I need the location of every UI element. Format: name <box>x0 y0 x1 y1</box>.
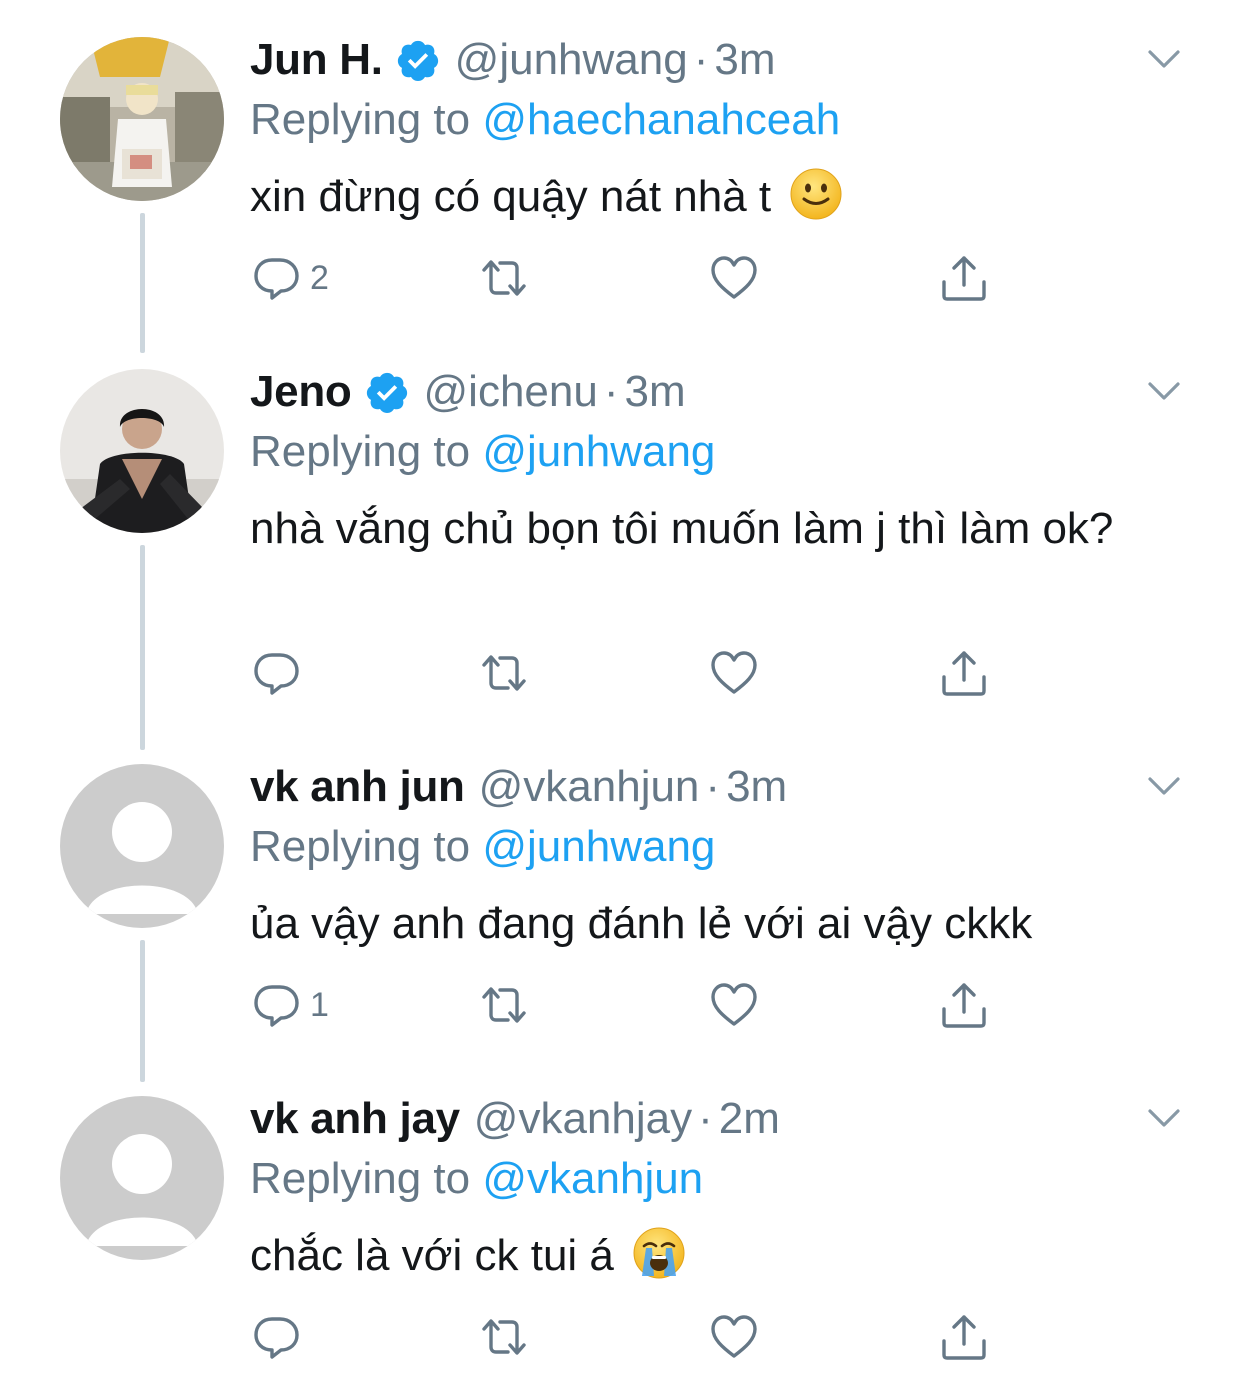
replying-to: Replying to @haechanahceah <box>250 92 840 148</box>
tweet[interactable]: Jun H. @junhwang · 3m Replying to @haech… <box>0 0 1242 353</box>
separator-dot: · <box>705 762 721 811</box>
tweet-text-content: nhà vắng chủ bọn tôi muốn làm j thì làm … <box>250 504 1114 553</box>
tweet-text-content: ủa vậy anh đang đánh lẻ với ai vậy ckkk <box>250 899 1033 948</box>
handle[interactable]: @vkanhjay <box>474 1091 692 1147</box>
tweet-header: vk anh jay @vkanhjay · 2m <box>250 1091 780 1147</box>
like-button[interactable] <box>708 977 760 1033</box>
retweet-icon <box>482 260 526 296</box>
retweet-button[interactable] <box>478 645 530 701</box>
avatar[interactable] <box>60 764 224 928</box>
avatar-photo <box>60 369 224 533</box>
heart-icon <box>711 1315 757 1358</box>
tweet-text: xin đừng có quậy nát nhà t <box>250 165 1150 229</box>
tweet-text: nhà vắng chủ bọn tôi muốn làm j thì làm … <box>250 497 1150 561</box>
retweet-icon <box>482 1319 526 1355</box>
tweet-actions <box>250 1309 1010 1365</box>
reply-button[interactable] <box>250 645 310 701</box>
heart-icon <box>711 256 757 299</box>
tweet-actions <box>250 645 1010 701</box>
tweet-header: Jun H. @junhwang · 3m <box>250 32 775 88</box>
retweet-button[interactable] <box>478 1309 530 1365</box>
tweet-actions: 1 <box>250 977 1010 1033</box>
share-button[interactable] <box>938 645 990 701</box>
chevron-down-icon[interactable] <box>1144 40 1184 80</box>
avatar[interactable] <box>60 1096 224 1260</box>
avatar[interactable] <box>60 37 224 201</box>
tweet[interactable]: Jeno @ichenu · 3m Replying to @junhwang … <box>0 332 1242 750</box>
mention-link[interactable]: @junhwang <box>482 822 715 871</box>
tweet[interactable]: vk anh jay @vkanhjay · 2m Replying to @v… <box>0 1059 1242 1389</box>
heart-icon <box>711 651 757 694</box>
share-icon <box>942 256 986 301</box>
display-name[interactable]: vk anh jun <box>250 759 465 815</box>
share-icon <box>942 1315 986 1360</box>
reply-button[interactable] <box>250 1309 310 1365</box>
handle[interactable]: @ichenu <box>424 364 598 420</box>
display-name[interactable]: Jun H. <box>250 32 383 88</box>
separator-dot: · <box>698 1094 713 1143</box>
replying-prefix: Replying to <box>250 822 483 871</box>
replying-prefix: Replying to <box>250 95 483 144</box>
tweet[interactable]: vk anh jun @vkanhjun · 3m Replying to @j… <box>0 727 1242 1082</box>
avatar[interactable] <box>60 369 224 533</box>
reply-icon <box>254 1317 299 1359</box>
reply-count: 1 <box>310 985 329 1024</box>
tweet-actions: 2 <box>250 250 1010 306</box>
reply-count: 2 <box>310 258 329 297</box>
retweet-icon <box>482 655 526 691</box>
timestamp[interactable]: 3m <box>624 364 685 420</box>
timestamp[interactable]: 3m <box>714 32 775 88</box>
handle[interactable]: @junhwang <box>455 32 688 88</box>
retweet-button[interactable] <box>478 977 530 1033</box>
verified-badge-icon <box>397 40 438 81</box>
default-avatar-icon <box>60 1096 224 1260</box>
heart-icon <box>711 983 757 1026</box>
tweet-text: ủa vậy anh đang đánh lẻ với ai vậy ckkk <box>250 892 1150 956</box>
replying-to: Replying to @junhwang <box>250 819 715 875</box>
replying-prefix: Replying to <box>250 427 483 476</box>
retweet-button[interactable] <box>478 250 530 306</box>
mention-link[interactable]: @junhwang <box>482 427 715 476</box>
display-name[interactable]: Jeno <box>250 364 352 420</box>
share-button[interactable] <box>938 250 990 306</box>
reply-icon <box>254 258 299 300</box>
chevron-down-icon[interactable] <box>1144 1099 1184 1139</box>
share-button[interactable] <box>938 977 990 1033</box>
default-avatar-icon <box>60 764 224 928</box>
slightly-smiling-face-icon <box>790 168 842 220</box>
replying-to: Replying to @junhwang <box>250 424 715 480</box>
timestamp[interactable]: 2m <box>719 1091 780 1147</box>
like-button[interactable] <box>708 250 760 306</box>
like-button[interactable] <box>708 1309 760 1365</box>
tweet-text-content: xin đừng có quậy nát nhà t <box>250 172 772 221</box>
tweet-header: vk anh jun @vkanhjun · 3m <box>250 759 787 815</box>
mention-link[interactable]: @vkanhjun <box>482 1154 703 1203</box>
display-name[interactable]: vk anh jay <box>250 1091 460 1147</box>
timestamp[interactable]: 3m <box>726 759 787 815</box>
like-button[interactable] <box>708 645 760 701</box>
verified-badge-icon <box>366 372 407 413</box>
tweet-text: chắc là với ck tui á <box>250 1224 1150 1288</box>
thread-line <box>140 545 145 750</box>
separator-dot: · <box>693 35 709 84</box>
reply-icon <box>254 985 299 1027</box>
replying-to: Replying to @vkanhjun <box>250 1151 703 1207</box>
share-icon <box>942 651 986 696</box>
retweet-icon <box>482 987 526 1023</box>
share-button[interactable] <box>938 1309 990 1365</box>
reply-icon <box>254 653 299 695</box>
avatar-photo <box>60 37 224 201</box>
tweet-text-content: chắc là với ck tui á <box>250 1231 614 1280</box>
tweet-header: Jeno @ichenu · 3m <box>250 364 686 420</box>
share-icon <box>942 983 986 1028</box>
reply-button[interactable]: 2 <box>250 250 329 306</box>
chevron-down-icon[interactable] <box>1144 372 1184 412</box>
mention-link[interactable]: @haechanahceah <box>482 95 840 144</box>
replying-prefix: Replying to <box>250 1154 483 1203</box>
chevron-down-icon[interactable] <box>1144 767 1184 807</box>
loudly-crying-face-icon <box>633 1227 685 1279</box>
separator-dot: · <box>603 367 619 416</box>
handle[interactable]: @vkanhjun <box>479 759 700 815</box>
reply-button[interactable]: 1 <box>250 977 329 1033</box>
